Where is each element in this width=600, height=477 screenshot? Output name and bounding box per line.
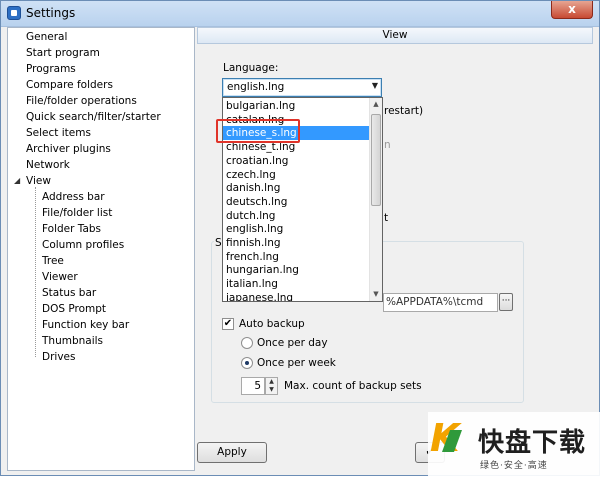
sidebar-item-general[interactable]: General bbox=[26, 29, 67, 45]
max-backup-count-stepper[interactable]: ▲ ▼ bbox=[265, 377, 278, 395]
sidebar-item-select-items[interactable]: Select items bbox=[26, 125, 91, 141]
expander-arrow-icon[interactable]: ◢ bbox=[14, 173, 22, 189]
stepper-up-icon[interactable]: ▲ bbox=[266, 378, 277, 386]
sidebar-item-dos-prompt[interactable]: DOS Prompt bbox=[42, 301, 106, 317]
browse-button[interactable]: ··· bbox=[499, 293, 513, 311]
sidebar-item-status-bar[interactable]: Status bar bbox=[42, 285, 96, 301]
sidebar-item-network[interactable]: Network bbox=[26, 157, 70, 173]
language-option-italian[interactable]: italian.lng bbox=[223, 277, 370, 291]
language-option-dutch[interactable]: dutch.lng bbox=[223, 209, 370, 223]
sidebar-item-address-bar[interactable]: Address bar bbox=[42, 189, 105, 205]
sidebar-item-viewer[interactable]: Viewer bbox=[42, 269, 78, 285]
sidebar-item-thumbnails[interactable]: Thumbnails bbox=[42, 333, 103, 349]
watermark: K 快盘下载 绿色·安全·高速 bbox=[428, 412, 600, 477]
apply-button[interactable]: Apply bbox=[197, 442, 267, 463]
language-option-croatian[interactable]: croatian.lng bbox=[223, 154, 370, 168]
title-bar: Settings x bbox=[1, 1, 599, 27]
sidebar-item-programs[interactable]: Programs bbox=[26, 61, 76, 77]
scroll-up-icon[interactable]: ▲ bbox=[370, 98, 382, 111]
once-per-day-label: Once per day bbox=[257, 337, 328, 349]
scrollbar-thumb[interactable] bbox=[371, 114, 381, 206]
auto-backup-checkbox[interactable]: ✔ bbox=[222, 318, 234, 330]
annotation-highlight-box bbox=[216, 119, 300, 143]
window-title: Settings bbox=[26, 6, 76, 20]
hidden-hint-text-2: t bbox=[384, 212, 389, 224]
language-option-czech[interactable]: czech.lng bbox=[223, 168, 370, 182]
sidebar-item-folder-tabs[interactable]: Folder Tabs bbox=[42, 221, 101, 237]
language-option-english[interactable]: english.lng bbox=[223, 222, 370, 236]
sidebar-item-archiver-plugins[interactable]: Archiver plugins bbox=[26, 141, 111, 157]
max-backup-count-label: Max. count of backup sets bbox=[284, 380, 422, 392]
language-option-hungarian[interactable]: hungarian.lng bbox=[223, 263, 370, 277]
sidebar-item-quick-search-filter-starter[interactable]: Quick search/filter/starter bbox=[26, 109, 161, 125]
sidebar-item-drives[interactable]: Drives bbox=[42, 349, 75, 365]
sidebar-item-compare-folders[interactable]: Compare folders bbox=[26, 77, 113, 93]
app-icon bbox=[7, 6, 21, 20]
close-button[interactable]: x bbox=[551, 1, 593, 19]
language-option-finnish[interactable]: finnish.lng bbox=[223, 236, 370, 250]
max-backup-count-input[interactable]: 5 bbox=[241, 377, 265, 395]
sidebar-item-tree[interactable]: Tree bbox=[42, 253, 64, 269]
backup-path-field[interactable]: %APPDATA%\tcmd bbox=[383, 293, 498, 312]
language-combobox[interactable]: english.lng ▼ bbox=[222, 78, 382, 97]
watermark-subtitle: 绿色·安全·高速 bbox=[480, 461, 548, 471]
sidebar-item-file-folder-operations[interactable]: File/folder operations bbox=[26, 93, 137, 109]
sidebar-item-column-profiles[interactable]: Column profiles bbox=[42, 237, 124, 253]
watermark-title: 快盘下载 bbox=[478, 428, 587, 458]
sidebar-item-view[interactable]: View bbox=[26, 173, 51, 189]
stepper-down-icon[interactable]: ▼ bbox=[266, 386, 277, 394]
once-per-week-radio[interactable] bbox=[241, 357, 253, 369]
language-option-french[interactable]: french.lng bbox=[223, 250, 370, 264]
language-option-bulgarian[interactable]: bulgarian.lng bbox=[223, 99, 370, 113]
settings-window: Settings x General Start program Programs C… bbox=[0, 0, 600, 477]
tree-connector-line bbox=[35, 187, 36, 357]
language-option-danish[interactable]: danish.lng bbox=[223, 181, 370, 195]
language-selected-value: english.lng bbox=[227, 81, 285, 93]
auto-backup-label: Auto backup bbox=[239, 318, 305, 330]
chevron-down-icon[interactable]: ▼ bbox=[372, 81, 378, 90]
once-per-week-label: Once per week bbox=[257, 357, 336, 369]
settings-tree[interactable]: General Start program Programs Compare fold… bbox=[7, 27, 195, 471]
sidebar-item-function-key-bar[interactable]: Function key bar bbox=[42, 317, 129, 333]
sidebar-item-file-folder-list[interactable]: File/folder list bbox=[42, 205, 112, 221]
language-label: Language: bbox=[223, 62, 279, 74]
dropdown-scrollbar[interactable]: ▲ ▼ bbox=[369, 98, 382, 301]
restart-hint-text: restart) bbox=[384, 105, 424, 117]
scroll-down-icon[interactable]: ▼ bbox=[370, 288, 382, 301]
language-option-deutsch[interactable]: deutsch.lng bbox=[223, 195, 370, 209]
once-per-day-radio[interactable] bbox=[241, 337, 253, 349]
hidden-hint-text: n bbox=[384, 139, 391, 151]
sidebar-item-start-program[interactable]: Start program bbox=[26, 45, 100, 61]
language-option-japanese[interactable]: japanese.lng bbox=[223, 291, 370, 301]
panel-header: View bbox=[197, 27, 593, 44]
